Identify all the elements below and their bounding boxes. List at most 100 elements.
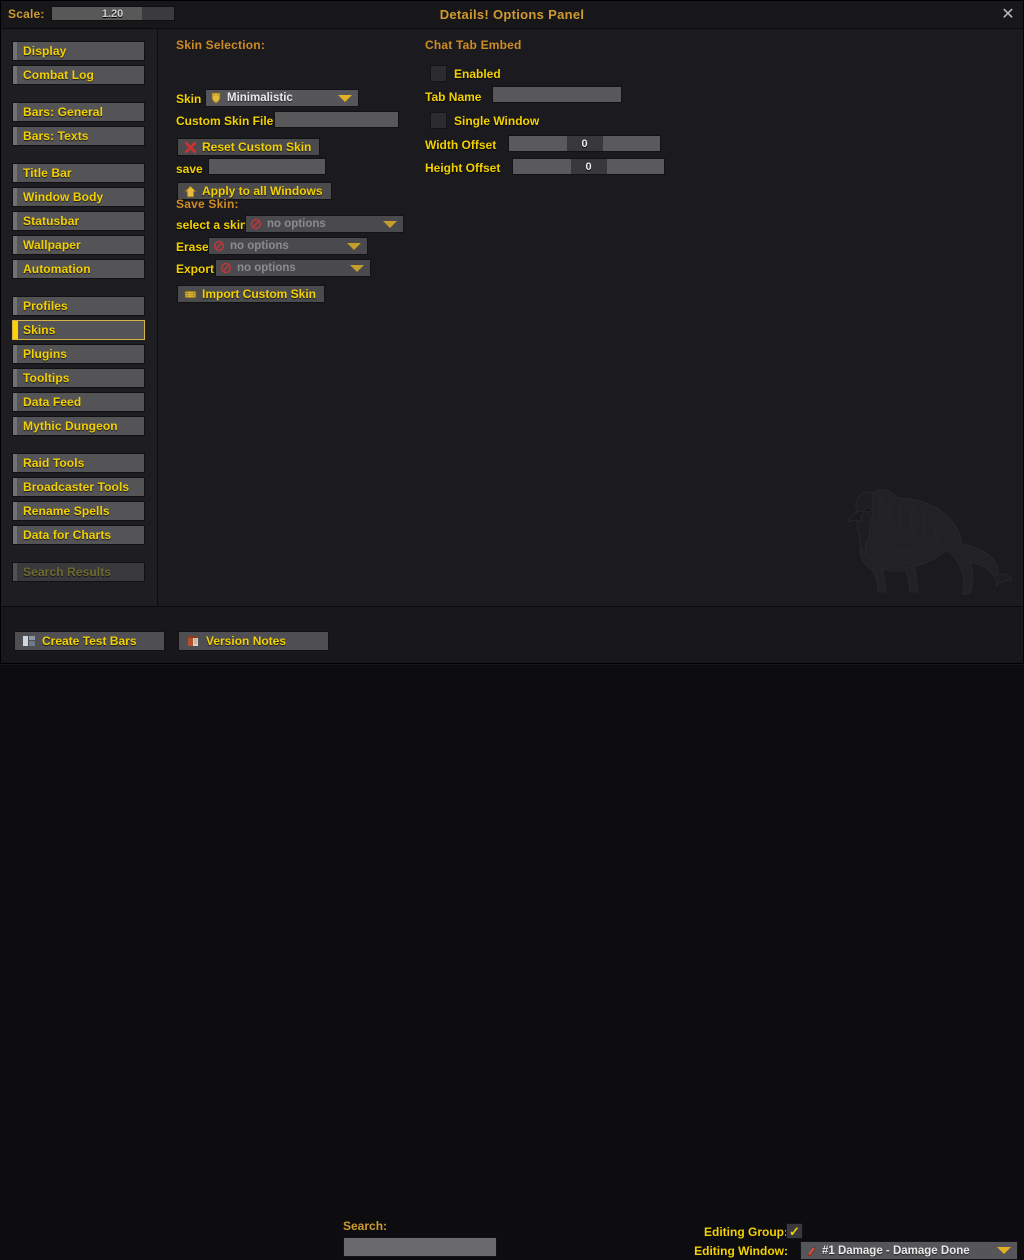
height-offset-slider[interactable]: 0 xyxy=(512,158,665,175)
sidebar-item-label: Bars: Texts xyxy=(23,129,89,143)
sidebar-item-label: Title Bar xyxy=(23,166,72,180)
erase-label: Erase xyxy=(176,240,209,254)
editing-window-value: #1 Damage - Damage Done xyxy=(822,1244,970,1257)
book-icon xyxy=(188,636,198,646)
editing-window-dropdown[interactable]: #1 Damage - Damage Done xyxy=(800,1241,1018,1260)
scale-label: Scale: xyxy=(8,6,45,21)
sidebar-item-label: Raid Tools xyxy=(23,456,85,470)
tab-name-value xyxy=(493,87,621,89)
reset-custom-skin-button[interactable]: Reset Custom Skin xyxy=(177,138,321,156)
sidebar-item-label: Skins xyxy=(23,323,56,337)
sidebar-item-label: Broadcaster Tools xyxy=(23,480,130,494)
sidebar-item-statusbar[interactable]: Statusbar xyxy=(12,211,145,231)
sidebar-item-label: Rename Spells xyxy=(23,504,110,518)
sidebar-item-mythic-dungeon[interactable]: Mythic Dungeon xyxy=(12,416,145,436)
close-icon[interactable]: ✕ xyxy=(998,4,1018,24)
sidebar-separator xyxy=(0,283,157,296)
sidebar-item-label: Wallpaper xyxy=(23,238,81,252)
damage-icon xyxy=(807,1245,816,1256)
home-icon xyxy=(184,185,197,197)
save-input[interactable] xyxy=(208,158,326,175)
sidebar-item-raid-tools[interactable]: Raid Tools xyxy=(12,453,145,473)
height-offset-value: 0 xyxy=(570,159,607,174)
sidebar-item-label: Data for Charts xyxy=(23,528,112,542)
bottom-bar: Create Test Bars Version Notes Search: E… xyxy=(0,606,1024,1260)
sidebar-item-window-body[interactable]: Window Body xyxy=(12,187,145,207)
search-input[interactable] xyxy=(343,1237,497,1257)
sidebar-item-title-bar[interactable]: Title Bar xyxy=(12,163,145,183)
select-a-skin-dropdown[interactable]: no options xyxy=(245,215,404,233)
skin-dropdown[interactable]: Minimalistic xyxy=(205,89,359,107)
sidebar-item-label: Mythic Dungeon xyxy=(23,419,118,433)
sidebar-item-broadcaster-tools[interactable]: Broadcaster Tools xyxy=(12,477,145,497)
sidebar-item-label: Automation xyxy=(23,262,91,276)
custom-skin-file-label: Custom Skin File xyxy=(176,114,274,128)
sidebar-item-bars-texts[interactable]: Bars: Texts xyxy=(12,126,145,146)
chat-embed-enabled-checkbox[interactable] xyxy=(430,65,447,82)
select-a-skin-value: no options xyxy=(267,218,326,230)
sidebar-item-rename-spells[interactable]: Rename Spells xyxy=(12,501,145,521)
save-label: save xyxy=(176,162,203,176)
search-value xyxy=(344,1238,496,1242)
sidebar-item-label: Combat Log xyxy=(23,68,94,82)
scale-slider[interactable]: 1.20 xyxy=(50,6,175,21)
sidebar-item-label: Plugins xyxy=(23,347,68,361)
custom-skin-file-input[interactable] xyxy=(274,111,399,128)
version-notes-button[interactable]: Version Notes xyxy=(178,631,329,651)
skin-label: Skin xyxy=(176,92,202,106)
sidebar-item-data-for-charts[interactable]: Data for Charts xyxy=(12,525,145,545)
red-x-icon xyxy=(184,141,197,153)
sidebar-item-label: Data Feed xyxy=(23,395,82,409)
save-skin-heading: Save Skin: xyxy=(176,197,239,211)
sidebar-item-profiles[interactable]: Profiles xyxy=(12,296,145,316)
chevron-down-icon xyxy=(347,242,361,250)
create-test-bars-label: Create Test Bars xyxy=(42,634,137,648)
custom-skin-file-value xyxy=(275,112,398,114)
editing-group-checkbox[interactable]: ✓ xyxy=(786,1223,803,1239)
sidebar-item-automation[interactable]: Automation xyxy=(12,259,145,279)
erase-dropdown[interactable]: no options xyxy=(208,237,368,255)
sidebar-item-bars-general[interactable]: Bars: General xyxy=(12,102,145,122)
sidebar-item-data-feed[interactable]: Data Feed xyxy=(12,392,145,412)
title-bar: Scale: 1.20 Details! Options Panel ✕ xyxy=(0,0,1024,29)
chevron-down-icon xyxy=(383,220,397,228)
sidebar-item-skins[interactable]: Skins xyxy=(12,320,145,340)
sidebar-item-label: Search Results xyxy=(23,565,112,579)
editing-group-label: Editing Group: xyxy=(704,1225,788,1239)
sidebar-item-plugins[interactable]: Plugins xyxy=(12,344,145,364)
options-panel-window: Scale: 1.20 Details! Options Panel ✕ Dis… xyxy=(0,0,1024,1260)
sidebar-item-label: Profiles xyxy=(23,299,68,313)
apply-to-all-windows-label: Apply to all Windows xyxy=(202,184,323,198)
sidebar-item-combat-log[interactable]: Combat Log xyxy=(12,65,145,85)
width-offset-slider[interactable]: 0 xyxy=(508,135,661,152)
export-dropdown[interactable]: no options xyxy=(215,259,371,277)
skin-dropdown-value: Minimalistic xyxy=(227,92,293,104)
width-offset-value: 0 xyxy=(566,136,603,151)
sidebar-item-wallpaper[interactable]: Wallpaper xyxy=(12,235,145,255)
import-custom-skin-button[interactable]: Import Custom Skin xyxy=(177,285,326,303)
sidebar-item-label: Window Body xyxy=(23,190,104,204)
sidebar-item-tooltips[interactable]: Tooltips xyxy=(12,368,145,388)
shield-icon xyxy=(211,92,221,104)
select-a-skin-label: select a skin xyxy=(176,218,248,232)
sidebar-separator xyxy=(0,440,157,453)
bars-icon xyxy=(23,636,35,646)
sidebar-item-display[interactable]: Display xyxy=(12,41,145,61)
erase-value: no options xyxy=(230,240,289,252)
version-notes-label: Version Notes xyxy=(206,634,287,648)
chat-embed-enabled-label: Enabled xyxy=(454,67,501,81)
create-test-bars-button[interactable]: Create Test Bars xyxy=(14,631,165,651)
sidebar-item-search-results[interactable]: Search Results xyxy=(12,562,145,582)
tab-name-input[interactable] xyxy=(492,86,622,103)
red-circle-slash-icon xyxy=(250,218,262,230)
red-circle-slash-icon xyxy=(213,240,225,252)
sidebar-item-label: Statusbar xyxy=(23,214,80,228)
single-window-label: Single Window xyxy=(454,114,540,128)
export-label: Export xyxy=(176,262,215,276)
check-icon: ✓ xyxy=(789,1223,800,1239)
chevron-down-icon xyxy=(338,94,352,102)
sidebar-separator xyxy=(0,150,157,163)
single-window-checkbox[interactable] xyxy=(430,112,447,129)
main-content: Skin Selection: Skin Minimalistic Custom… xyxy=(158,29,1024,606)
skin-selection-heading: Skin Selection: xyxy=(176,38,266,52)
